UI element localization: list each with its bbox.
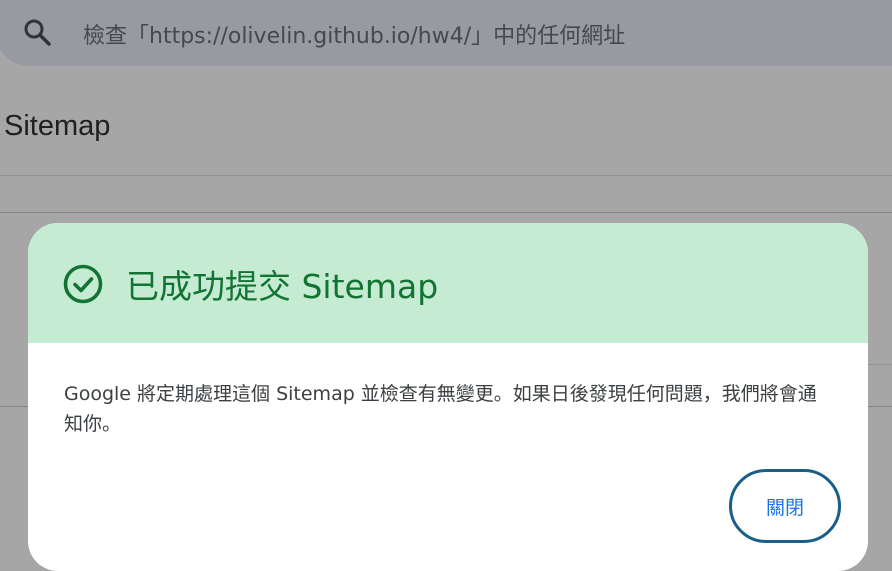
success-dialog: 已成功提交 Sitemap Google 將定期處理這個 Sitemap 並檢查… — [28, 223, 868, 571]
page: 檢查「https://olivelin.github.io/hw4/」中的任何網… — [0, 0, 892, 571]
close-button[interactable]: 關閉 — [729, 469, 841, 543]
dialog-header: 已成功提交 Sitemap — [28, 223, 868, 343]
dialog-title: 已成功提交 Sitemap — [126, 267, 439, 306]
check-circle-icon — [62, 263, 104, 305]
dialog-message: Google 將定期處理這個 Sitemap 並檢查有無變更。如果日後發現任何問… — [64, 383, 817, 435]
